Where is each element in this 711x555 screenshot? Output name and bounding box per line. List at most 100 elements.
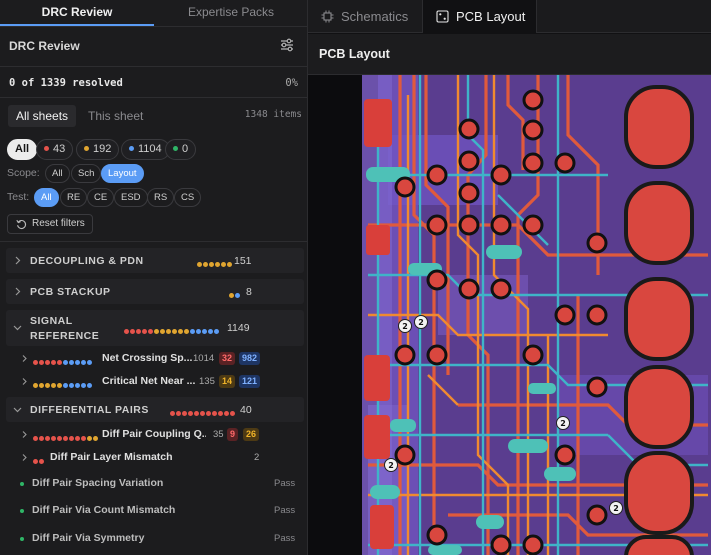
severity-dots — [33, 379, 93, 391]
viewer-title: PCB Layout — [319, 47, 390, 61]
pass-dot-icon — [20, 509, 24, 513]
severity-dots — [33, 432, 99, 444]
chevron-right-icon — [22, 454, 27, 461]
chip-icon — [321, 10, 334, 23]
group-name-line2: REFERENCE — [30, 330, 100, 342]
group-pcb-stackup[interactable]: PCB STACKUP 8 — [6, 279, 304, 304]
panel-title: DRC Review — [9, 39, 80, 53]
error-badge: 32 — [219, 352, 236, 365]
group-differential-pairs[interactable]: DIFFERENTIAL PAIRS 40 — [6, 397, 304, 422]
rule-row-critical-net[interactable]: Critical Net Near ... 135 14 121 — [6, 371, 304, 393]
viewer-tabs: Schematics PCB Layout — [308, 0, 711, 33]
chevron-down-icon — [13, 325, 22, 331]
reset-filters-button[interactable]: Reset filters — [7, 214, 93, 234]
progress-percent: 0% — [285, 77, 298, 89]
rule-name: Diff Pair Spacing Variation — [32, 477, 164, 489]
severity-all-chip[interactable]: All — [7, 139, 38, 160]
rule-status: Pass — [274, 505, 296, 516]
test-rs[interactable]: RS — [147, 188, 175, 207]
drc-panel: DRC Review Expertise Packs DRC Review 0 … — [0, 0, 308, 555]
severity-dots — [33, 356, 93, 368]
severity-dots — [170, 407, 236, 419]
rule-status: Pass — [274, 533, 296, 544]
scope-label: Scope: — [7, 167, 40, 179]
sliders-icon[interactable] — [280, 38, 294, 52]
group-signal-reference[interactable]: SIGNAL REFERENCE 1149 — [6, 310, 304, 346]
error-badge: 9 — [227, 428, 239, 441]
violation-marker[interactable]: 2 — [613, 504, 619, 513]
test-re[interactable]: RE — [60, 188, 88, 207]
chevron-down-icon — [13, 407, 22, 413]
rule-row-pass[interactable]: Diff Pair Via Count Mismatch Pass — [6, 500, 304, 522]
divider — [0, 66, 307, 67]
violation-marker[interactable]: 2 — [388, 461, 394, 470]
violation-marker[interactable]: 2 — [560, 419, 566, 428]
tab-label: Schematics — [341, 9, 409, 24]
reset-icon — [16, 219, 27, 229]
severity-dots — [229, 289, 241, 301]
rule-name: Diff Pair Layer Mismatch — [50, 451, 173, 463]
tab-schematics[interactable]: Schematics — [308, 0, 422, 33]
severity-dots — [124, 325, 220, 337]
test-all[interactable]: All — [34, 188, 59, 207]
group-count: 1149 — [227, 322, 250, 334]
group-count: 8 — [246, 286, 252, 298]
pcb-layout-graphic: 2 2 2 2 2 — [308, 75, 711, 555]
tab-expertise-packs[interactable]: Expertise Packs — [154, 0, 307, 26]
severity-warning-chip[interactable]: 192 — [76, 139, 120, 160]
board-icon — [436, 10, 449, 23]
rule-count: 2 — [254, 452, 260, 463]
chevron-right-icon — [22, 431, 27, 438]
scope-all[interactable]: All — [45, 164, 70, 183]
chevron-right-icon — [15, 287, 21, 296]
pass-dot-icon — [20, 482, 24, 486]
pass-dot-icon — [20, 537, 24, 541]
warning-badge: 14 — [219, 375, 236, 388]
tab-pcb-layout[interactable]: PCB Layout — [422, 0, 537, 33]
group-count: 40 — [240, 404, 252, 416]
rule-row-diff-pair-coupling[interactable]: Diff Pair Coupling Q... 35 9 26 — [6, 424, 304, 446]
rule-count: 1014 — [193, 353, 215, 364]
chip-label: All — [15, 143, 30, 155]
rule-row-diff-pair-layer-mismatch[interactable]: Diff Pair Layer Mismatch 2 — [6, 447, 304, 469]
chip-label: 0 — [182, 143, 189, 155]
test-cs[interactable]: CS — [174, 188, 202, 207]
chevron-right-icon — [22, 355, 27, 362]
tab-all-sheets[interactable]: All sheets — [8, 105, 77, 127]
divider — [0, 26, 307, 27]
group-name: DIFFERENTIAL PAIRS — [30, 404, 149, 416]
rule-name: Critical Net Near ... — [102, 375, 196, 387]
tab-drc-review[interactable]: DRC Review — [0, 0, 154, 26]
group-name: DECOUPLING & PDN — [30, 255, 144, 267]
left-tabs: DRC Review Expertise Packs — [0, 0, 307, 26]
severity-dots — [197, 258, 233, 270]
scope-layout[interactable]: Layout — [101, 164, 144, 183]
rule-name: Diff Pair Via Symmetry — [32, 532, 145, 544]
info-badge: 982 — [239, 352, 261, 365]
tab-this-sheet[interactable]: This sheet — [80, 105, 151, 127]
severity-pass-chip[interactable]: 0 — [165, 139, 197, 160]
rule-row-pass[interactable]: Diff Pair Via Symmetry Pass — [6, 528, 304, 550]
info-dot-icon — [129, 145, 134, 151]
severity-error-chip[interactable]: 43 — [36, 139, 74, 160]
chevron-right-icon — [15, 256, 21, 265]
pcb-canvas[interactable]: 2 2 2 2 2 — [308, 75, 711, 555]
progress-text: 0 of 1339 resolved — [9, 77, 123, 89]
error-dot-icon — [44, 145, 49, 151]
rule-row-net-crossing[interactable]: Net Crossing Sp... 1014 32 982 — [6, 348, 304, 370]
scope-sch[interactable]: Sch — [71, 164, 102, 183]
test-esd[interactable]: ESD — [114, 188, 148, 207]
rule-status: Pass — [274, 478, 296, 489]
violation-marker[interactable]: 2 — [402, 322, 408, 331]
severity-info-chip[interactable]: 1104 — [121, 139, 170, 160]
test-ce[interactable]: CE — [87, 188, 115, 207]
violation-marker[interactable]: 2 — [418, 318, 424, 327]
viewer-header: PCB Layout — [308, 34, 711, 75]
rule-row-pass[interactable]: Diff Pair Spacing Variation Pass — [6, 473, 304, 495]
group-decoupling-pdn[interactable]: DECOUPLING & PDN 151 — [6, 248, 304, 273]
test-label: Test: — [7, 191, 30, 203]
rule-count: 35 — [213, 429, 224, 440]
rule-name: Net Crossing Sp... — [102, 352, 192, 364]
divider — [0, 97, 307, 98]
warning-badge: 26 — [243, 428, 260, 441]
